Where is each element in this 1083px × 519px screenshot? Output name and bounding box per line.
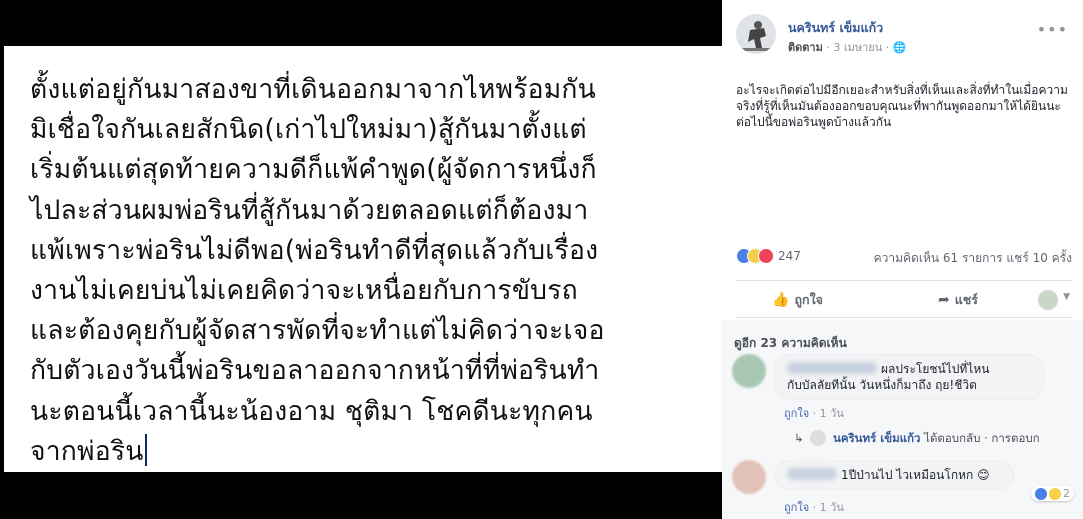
commenter-avatar[interactable] xyxy=(732,460,766,494)
post-date[interactable]: 3 เมษายน xyxy=(833,41,882,54)
comment-like-link[interactable]: ถูกใจ xyxy=(784,501,809,514)
photo-line: แพ้เพราะพ่อรินไม่ดีพอ(พ่อรินทำดีที่สุดแล… xyxy=(30,234,599,266)
like-label: ถูกใจ xyxy=(794,292,824,307)
reply-text: ได้ตอบกลับ · การตอบก xyxy=(924,431,1040,445)
comment-time[interactable]: 1 วัน xyxy=(820,501,844,514)
reply-author[interactable]: นครินทร์ เข็มแก้ว xyxy=(833,431,921,445)
text-caret xyxy=(144,433,147,466)
comment-time[interactable]: 1 วัน xyxy=(820,407,844,420)
reactions-row: 247 ความคิดเห็น 61 รายการ แชร์ 10 ครั้ง xyxy=(736,247,1072,267)
separator: · xyxy=(885,41,893,54)
smile-emoji-icon: 😊 xyxy=(977,468,990,482)
photo-line: เริ่มต้นแต่สุดท้ายความดีก็แพ้คำพูด(ผู้จั… xyxy=(30,154,597,186)
separator: · xyxy=(812,501,820,514)
more-options-icon[interactable]: ••• xyxy=(1037,20,1068,39)
comment-actions: ถูกใจ · 1 วัน xyxy=(784,404,844,422)
comment-text: กับบัลลัยทีนั้น วันหนึ่งก็มาถึง ฤย!ชีวิต xyxy=(787,378,977,392)
globe-icon: 🌐 xyxy=(892,41,907,54)
reply-avatar xyxy=(810,430,827,446)
post-text: อะไรจะเกิดต่อไปมีอีกเยอะสำหรับสิ่งที่เห็… xyxy=(736,83,1068,129)
share-button[interactable]: ➦ แชร์ xyxy=(938,290,978,310)
photo-line: และต้องคุยกับผู้จัดสารพัดที่จะทำแต่ไม่คิ… xyxy=(30,315,605,347)
viewer-avatar[interactable] xyxy=(1038,290,1058,310)
follow-button[interactable]: ติดตาม xyxy=(788,41,823,54)
comment-like-link[interactable]: ถูกใจ xyxy=(784,407,809,420)
photo-line: กับตัวเองวันนี้พ่อรินขอลาออกจากหน้าที่ที… xyxy=(30,355,600,387)
photo-line: งานไม่เคยบ่นไม่เคยคิดว่าจะเหนื่อยกับการข… xyxy=(30,275,578,307)
post-meta: ติดตาม · 3 เมษายน · 🌐 xyxy=(788,38,906,56)
share-arrow-icon: ➦ xyxy=(938,292,950,308)
photo-line: จากพ่อริน xyxy=(30,435,144,467)
photo-image: ตั้งแต่อยู่กันมาสองขาที่เดินออกมาจากไหพร… xyxy=(4,46,722,472)
post-header: นครินทร์ เข็มแก้ว ติดตาม · 3 เมษายน · 🌐 … xyxy=(736,14,1076,58)
comment-share-stats[interactable]: ความคิดเห็น 61 รายการ แชร์ 10 ครั้ง xyxy=(874,249,1072,268)
avatar-figure-icon xyxy=(736,14,776,54)
commenter-name[interactable] xyxy=(787,362,877,374)
love-reaction-icon xyxy=(758,248,774,264)
comment-text: ผลประโยชน์ไปที่ไหน xyxy=(881,362,990,376)
comment-bubble: 1ปีป่านไป ไวเหมือนโกหก 😊 xyxy=(774,460,1014,490)
chevron-down-icon[interactable]: ▼ xyxy=(1063,292,1070,302)
separator: · xyxy=(812,407,820,420)
share-label: แชร์ xyxy=(954,292,978,307)
photo-text: ตั้งแต่อยู่กันมาสองขาที่เดินออกมาจากไหพร… xyxy=(30,70,710,472)
photo-line: มิเชื่อใจกันเลยสักนิด(เก่าไปใหม่มา)สู้กั… xyxy=(30,114,587,146)
commenter-name[interactable] xyxy=(787,468,837,480)
like-button[interactable]: 👍 ถูกใจ xyxy=(772,290,823,310)
comment-text: 1ปีป่านไป ไวเหมือนโกหก xyxy=(841,468,974,482)
reply-row[interactable]: ↳ นครินทร์ เข็มแก้ว ได้ตอบกลับ · การตอบก xyxy=(794,430,1040,448)
photo-line-last: จากพ่อริน xyxy=(30,432,710,472)
reaction-count[interactable]: 247 xyxy=(778,249,801,263)
author-avatar[interactable] xyxy=(736,14,776,54)
reply-arrow-icon: ↳ xyxy=(794,431,804,445)
comment-bubble: ผลประโยชน์ไปที่ไหน กับบัลลัยทีนั้น วันหน… xyxy=(774,354,1044,400)
photo-viewer: ตั้งแต่อยู่กันมาสองขาที่เดินออกมาจากไหพร… xyxy=(0,0,722,519)
thumbs-up-icon: 👍 xyxy=(772,292,790,308)
like-reaction-icon xyxy=(1035,487,1047,500)
action-bar: 👍 ถูกใจ ➦ แชร์ ▼ xyxy=(736,280,1072,318)
commenter-avatar[interactable] xyxy=(732,354,766,388)
view-more-comments-link[interactable]: ดูอีก 23 ความคิดเห็น xyxy=(734,334,847,353)
author-name[interactable]: นครินทร์ เข็มแก้ว xyxy=(788,18,883,38)
post-panel: นครินทร์ เข็มแก้ว ติดตาม · 3 เมษายน · 🌐 … xyxy=(722,0,1083,519)
comment-reaction-count: 2 xyxy=(1063,487,1070,500)
wow-reaction-icon xyxy=(1049,487,1061,500)
comments-section: ดูอีก 23 ความคิดเห็น ผลประโยชน์ไปที่ไหน … xyxy=(722,320,1083,519)
photo-line: ไปละส่วนผมพ่อรินที่สู้กันมาด้วยตลอดแต่ก็… xyxy=(30,194,589,226)
photo-line: นะตอนนี้เวลานี้นะน้องอาม ชุติมา โชคดีนะท… xyxy=(30,395,593,427)
photo-line: ตั้งแต่อยู่กันมาสองขาที่เดินออกมาจากไหพร… xyxy=(30,74,596,105)
comment-reactions[interactable]: 2 xyxy=(1031,486,1074,501)
comment-actions: ถูกใจ · 1 วัน xyxy=(784,498,844,516)
